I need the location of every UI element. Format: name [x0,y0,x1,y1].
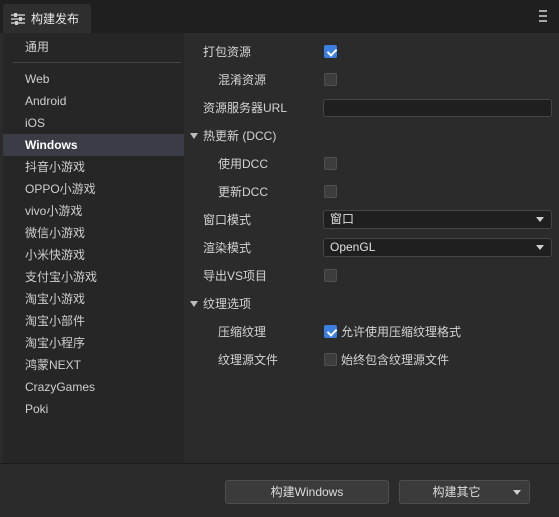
obfuscate-assets-label: 混淆资源 [218,73,267,87]
settings-panel: 打包资源 混淆资源 资源服务器URL 热更新 (DCC) 使用DCC 更新DCC… [184,33,559,463]
tab-bar: 构建发布 [0,0,559,33]
sidebar-item-wechat[interactable]: 微信小游戏 [3,222,184,244]
sidebar-item-ios[interactable]: iOS [3,112,184,134]
section-texture-options[interactable]: 纹理选项 [184,292,559,316]
chevron-down-icon[interactable] [513,490,521,495]
sidebar-item-taobao-game[interactable]: 淘宝小游戏 [3,288,184,310]
sidebar-item-oppo[interactable]: OPPO小游戏 [3,178,184,200]
sidebar-item-xiaomi[interactable]: 小米快游戏 [3,244,184,266]
update-dcc-checkbox[interactable] [324,185,337,198]
section-hot-update[interactable]: 热更新 (DCC) [184,124,559,148]
window-mode-select[interactable]: 窗口 [323,210,552,229]
setting-texture-source: 纹理源文件 始终包含纹理源文件 [184,348,559,372]
texture-source-checkbox[interactable] [324,353,337,366]
render-mode-value: OpenGL [330,240,376,254]
sidebar-item-douyin[interactable]: 抖音小游戏 [3,156,184,178]
texture-source-label: 纹理源文件 [218,353,279,367]
pack-assets-label: 打包资源 [203,45,252,59]
obfuscate-assets-checkbox[interactable] [324,73,337,86]
texture-source-text[interactable]: 始终包含纹理源文件 [341,348,449,372]
compress-texture-checkbox[interactable] [324,325,337,338]
export-vs-checkbox[interactable] [324,269,337,282]
sidebar-item-taobao-miniapp[interactable]: 淘宝小程序 [3,332,184,354]
tab-title: 构建发布 [31,12,80,26]
sidebar-item-vivo[interactable]: vivo小游戏 [3,200,184,222]
render-mode-select[interactable]: OpenGL [323,238,552,257]
sidebar-item-taobao-widget[interactable]: 淘宝小部件 [3,310,184,332]
sidebar-item-harmony-next[interactable]: 鸿蒙NEXT [3,354,184,376]
build-other-label: 构建其它 [432,485,481,499]
platform-sidebar: 通用 Web Android iOS Windows 抖音小游戏 OPPO小游戏… [3,33,184,463]
asset-server-url-label: 资源服务器URL [203,101,288,115]
texture-options-section-label: 纹理选项 [203,297,252,311]
chevron-down-icon[interactable] [190,301,198,307]
chevron-down-icon [536,245,544,250]
sidebar-item-crazygames[interactable]: CrazyGames [3,376,184,398]
window-mode-label: 窗口模式 [203,213,252,227]
sidebar-item-poki[interactable]: Poki [3,398,184,420]
setting-render-mode: 渲染模式 OpenGL [184,236,559,260]
sidebar-item-android[interactable]: Android [3,90,184,112]
setting-export-vs: 导出VS项目 [184,264,559,288]
sidebar-item-web[interactable]: Web [3,68,184,90]
build-windows-button[interactable]: 构建Windows [225,480,389,504]
footer-bar: 构建Windows 构建其它 [0,463,559,517]
export-vs-label: 导出VS项目 [203,269,268,283]
use-dcc-checkbox[interactable] [324,157,337,170]
pack-assets-checkbox[interactable] [324,45,337,58]
window-mode-value: 窗口 [330,212,355,226]
setting-obfuscate-assets: 混淆资源 [184,68,559,92]
setting-pack-assets: 打包资源 [184,40,559,64]
chevron-down-icon[interactable] [190,133,198,139]
tab-build-publish[interactable]: 构建发布 [3,4,91,33]
sliders-icon [11,12,25,25]
chevron-down-icon [536,217,544,222]
asset-server-url-input[interactable] [323,99,552,117]
setting-asset-server-url: 资源服务器URL [184,96,559,120]
setting-window-mode: 窗口模式 窗口 [184,208,559,232]
compress-texture-label: 压缩纹理 [218,325,267,339]
update-dcc-label: 更新DCC [218,185,268,199]
sidebar-divider [13,62,181,63]
setting-use-dcc: 使用DCC [184,152,559,176]
sidebar-item-alipay[interactable]: 支付宝小游戏 [3,266,184,288]
use-dcc-label: 使用DCC [218,157,268,171]
compress-texture-text[interactable]: 允许使用压缩纹理格式 [341,320,461,344]
menu-icon[interactable] [539,10,547,22]
setting-update-dcc: 更新DCC [184,180,559,204]
render-mode-label: 渲染模式 [203,241,252,255]
hot-update-section-label: 热更新 (DCC) [203,129,277,143]
sidebar-item-general[interactable]: 通用 [3,36,184,58]
build-other-button[interactable]: 构建其它 [399,480,530,504]
setting-compress-texture: 压缩纹理 允许使用压缩纹理格式 [184,320,559,344]
sidebar-item-windows[interactable]: Windows [3,134,184,156]
